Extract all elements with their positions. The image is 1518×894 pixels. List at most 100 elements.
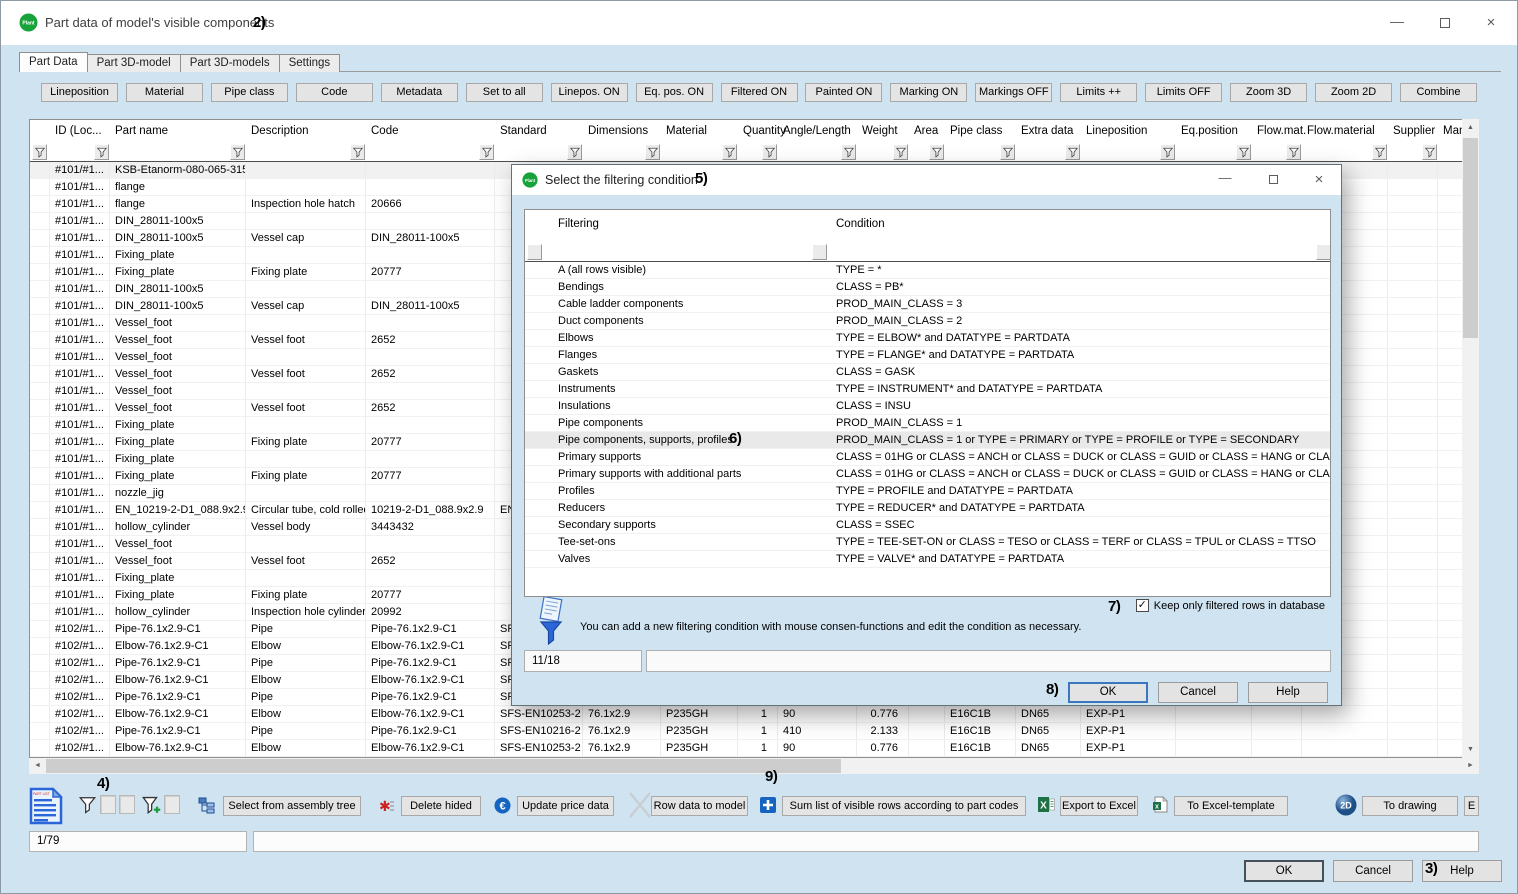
filter-condition-row[interactable]: Duct componentsPROD_MAIN_CLASS = 2 bbox=[525, 313, 1330, 330]
row-selector[interactable] bbox=[30, 655, 50, 671]
scroll-right-icon[interactable]: ► bbox=[1462, 758, 1479, 774]
filter-funnel-icon[interactable] bbox=[812, 244, 827, 260]
filtering-column-header[interactable]: Filtering bbox=[550, 210, 828, 240]
filter-condition-row[interactable]: A (all rows visible)TYPE = * bbox=[525, 262, 1330, 279]
row-selector[interactable] bbox=[30, 264, 50, 280]
filter-condition-row[interactable]: ReducersTYPE = REDUCER* and DATATYPE = P… bbox=[525, 500, 1330, 517]
row-selector[interactable] bbox=[30, 281, 50, 297]
row-selector[interactable] bbox=[525, 415, 550, 431]
partial-edge-button[interactable]: E bbox=[1464, 796, 1479, 816]
column-header-supplier[interactable]: Supplier bbox=[1388, 120, 1438, 144]
row-selector[interactable] bbox=[30, 604, 50, 620]
limits-button[interactable]: Limits ++ bbox=[1060, 83, 1137, 102]
row-selector[interactable] bbox=[525, 364, 550, 380]
filtered-on-button[interactable]: Filtered ON bbox=[721, 83, 798, 102]
row-selector[interactable] bbox=[30, 349, 50, 365]
row-selector[interactable] bbox=[30, 740, 50, 756]
row-selector[interactable] bbox=[30, 519, 50, 535]
lineposition-button[interactable]: Lineposition bbox=[41, 83, 118, 102]
scroll-left-icon[interactable]: ◄ bbox=[29, 758, 46, 774]
row-selector[interactable] bbox=[30, 723, 50, 739]
filter-funnel-icon[interactable] bbox=[841, 144, 856, 160]
filter-funnel-icon[interactable] bbox=[479, 144, 494, 160]
filter-slot-1[interactable] bbox=[100, 795, 116, 814]
linepos-on-button[interactable]: Linepos. ON bbox=[551, 83, 628, 102]
filter-condition-row[interactable]: Tee-set-onsTYPE = TEE-SET-ON or CLASS = … bbox=[525, 534, 1330, 551]
table-row[interactable]: #102/#1...Elbow-76.1x2.9-C1ElbowElbow-76… bbox=[30, 706, 1478, 723]
row-selector[interactable] bbox=[30, 162, 50, 178]
select-from-assembly-tree-button[interactable]: Select from assembly tree bbox=[223, 796, 361, 816]
column-header-weight[interactable]: Weight bbox=[857, 120, 909, 144]
tab-part-data[interactable]: Part Data bbox=[19, 52, 88, 72]
filter-slot-2[interactable] bbox=[119, 795, 135, 814]
scroll-up-icon[interactable]: ▲ bbox=[1462, 119, 1479, 136]
material-button[interactable]: Material bbox=[126, 83, 203, 102]
filter-funnel-icon[interactable] bbox=[1236, 144, 1251, 160]
row-selector[interactable] bbox=[525, 398, 550, 414]
horizontal-scrollbar[interactable]: ◄ ► bbox=[29, 758, 1479, 774]
row-selector[interactable] bbox=[525, 432, 550, 448]
column-header-standard[interactable]: Standard bbox=[495, 120, 583, 144]
row-selector[interactable] bbox=[525, 279, 550, 295]
filter-condition-row[interactable]: InstrumentsTYPE = INSTRUMENT* and DATATY… bbox=[525, 381, 1330, 398]
column-header-flow-mat[interactable]: Flow.mat. bbox=[1252, 120, 1302, 144]
dialog-minimize-icon[interactable]: — bbox=[1212, 169, 1238, 191]
row-selector[interactable] bbox=[30, 621, 50, 637]
filter-funnel-icon[interactable] bbox=[1160, 144, 1175, 160]
row-selector[interactable] bbox=[30, 383, 50, 399]
column-header-area[interactable]: Area bbox=[909, 120, 945, 144]
keep-filtered-checkbox-label[interactable]: Keep only filtered rows in database bbox=[1154, 600, 1325, 612]
markings-off-button[interactable]: Markings OFF bbox=[975, 83, 1052, 102]
row-selector[interactable] bbox=[525, 313, 550, 329]
filter-condition-row[interactable]: ValvesTYPE = VALVE* and DATATYPE = PARTD… bbox=[525, 551, 1330, 568]
set-to-all-button[interactable]: Set to all bbox=[466, 83, 543, 102]
tab-part-3d-models[interactable]: Part 3D-models bbox=[180, 54, 280, 72]
filter-funnel-icon[interactable] bbox=[929, 144, 944, 160]
tab-part-3d-model[interactable]: Part 3D-model bbox=[87, 54, 181, 72]
filter-slot-3[interactable] bbox=[164, 795, 180, 814]
row-selector[interactable] bbox=[30, 213, 50, 229]
condition-column-header[interactable]: Condition bbox=[828, 210, 1331, 240]
row-selector[interactable] bbox=[525, 330, 550, 346]
combine-button[interactable]: Combine bbox=[1400, 83, 1477, 102]
row-selector[interactable] bbox=[30, 706, 50, 722]
column-header-quantity[interactable]: Quantity bbox=[738, 120, 778, 144]
row-selector[interactable] bbox=[30, 502, 50, 518]
row-selector[interactable] bbox=[30, 672, 50, 688]
painted-on-button[interactable]: Painted ON bbox=[805, 83, 882, 102]
filter-funnel-icon[interactable] bbox=[1316, 244, 1331, 260]
horizontal-scroll-thumb[interactable] bbox=[46, 759, 841, 773]
filter-condition-row[interactable]: ElbowsTYPE = ELBOW* and DATATYPE = PARTD… bbox=[525, 330, 1330, 347]
column-header-part-name[interactable]: Part name bbox=[110, 120, 246, 144]
row-selector[interactable] bbox=[525, 449, 550, 465]
filter-funnel-icon[interactable] bbox=[645, 144, 660, 160]
row-selector[interactable] bbox=[30, 638, 50, 654]
filter-funnel-icon[interactable] bbox=[230, 144, 245, 160]
row-selector[interactable] bbox=[525, 500, 550, 516]
zoom-3d-button[interactable]: Zoom 3D bbox=[1230, 83, 1307, 102]
row-selector[interactable] bbox=[30, 366, 50, 382]
filter-funnel-icon[interactable] bbox=[1286, 144, 1301, 160]
metadata-button[interactable]: Metadata bbox=[381, 83, 458, 102]
row-selector[interactable] bbox=[30, 689, 50, 705]
table-row[interactable]: #102/#1...Pipe-76.1x2.9-C1PipePipe-76.1x… bbox=[30, 723, 1478, 740]
marking-on-button[interactable]: Marking ON bbox=[890, 83, 967, 102]
table-row[interactable]: #102/#1...Elbow-76.1x2.9-C1ElbowElbow-76… bbox=[30, 740, 1478, 757]
to-excel-template-button[interactable]: To Excel-template bbox=[1174, 796, 1288, 816]
filter-condition-row[interactable]: Cable ladder componentsPROD_MAIN_CLASS =… bbox=[525, 296, 1330, 313]
column-header-id-loc[interactable]: ID (Loc... bbox=[50, 120, 110, 144]
export-to-excel-button[interactable]: Export to Excel bbox=[1060, 796, 1138, 816]
delete-hided-button[interactable]: Delete hided bbox=[401, 796, 481, 816]
row-selector[interactable] bbox=[30, 587, 50, 603]
row-selector[interactable] bbox=[30, 332, 50, 348]
euro-icon[interactable]: € bbox=[494, 797, 511, 814]
vertical-scrollbar[interactable]: ▲ ▼ bbox=[1462, 119, 1479, 758]
row-selector[interactable] bbox=[525, 534, 550, 550]
row-selector[interactable] bbox=[30, 468, 50, 484]
filter-funnel-icon[interactable] bbox=[893, 144, 908, 160]
column-header-extra-data[interactable]: Extra data bbox=[1016, 120, 1081, 144]
update-price-data-button[interactable]: Update price data bbox=[517, 796, 614, 816]
column-header-angle-length[interactable]: Angle/Length bbox=[778, 120, 857, 144]
row-selector[interactable] bbox=[30, 553, 50, 569]
filter-funnel-icon[interactable] bbox=[94, 144, 109, 160]
